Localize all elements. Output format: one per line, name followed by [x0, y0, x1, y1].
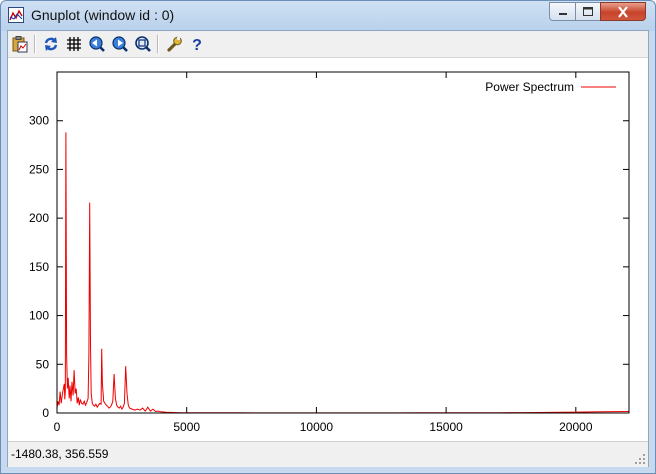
title-bar[interactable]: Gnuplot (window id : 0)	[1, 1, 655, 30]
legend: Power Spectrum	[485, 80, 616, 94]
help-button[interactable]: ?	[188, 35, 206, 53]
refresh-icon	[44, 37, 58, 51]
client-area: ? 0 50 100 150 200 250 300 0 5000 10000 15000 2000…	[7, 30, 649, 467]
wrench-icon	[167, 36, 182, 52]
zoom-next-icon	[112, 36, 128, 52]
minimize-button[interactable]	[549, 2, 576, 21]
autoscale-button[interactable]	[134, 35, 152, 53]
toolbar: ?	[8, 31, 648, 58]
status-bar: -1480.38, 356.559	[8, 441, 648, 467]
toolbar-separator	[34, 35, 36, 53]
x-tick-label: 0	[54, 420, 61, 434]
y-tick-label: 150	[29, 260, 49, 274]
next-zoom-button[interactable]	[111, 35, 129, 53]
x-tick-label: 5000	[173, 420, 200, 434]
gnuplot-window: Gnuplot (window id : 0) ? 0 50 100 150 2…	[0, 0, 656, 474]
previous-zoom-button[interactable]	[88, 35, 106, 53]
plot-area[interactable]: 0 50 100 150 200 250 300 0 5000 10000 15000 20000 …	[8, 58, 648, 441]
toggle-grid-button[interactable]	[65, 35, 83, 53]
minimize-icon	[558, 12, 567, 15]
close-icon	[618, 5, 628, 18]
series-line-power-spectrum	[56, 132, 630, 414]
zoom-autoscale-icon	[135, 36, 151, 52]
gnuplot-app-icon	[8, 7, 24, 23]
legend-label: Power Spectrum	[485, 80, 574, 94]
maximize-icon	[583, 6, 593, 16]
resize-grip-icon[interactable]	[634, 453, 646, 465]
cursor-coordinates: -1480.38, 356.559	[11, 447, 109, 461]
y-tick-label: 250	[29, 162, 49, 176]
zoom-previous-icon	[89, 36, 105, 52]
options-button[interactable]	[165, 35, 183, 53]
y-tick-label: 200	[29, 211, 49, 225]
y-tick-label: 100	[29, 309, 49, 323]
power-spectrum-chart[interactable]: 050100150200250300 0 5000 10000 15000 20000 …	[8, 58, 648, 441]
svg-text:?: ?	[192, 37, 202, 53]
copy-to-clipboard-button[interactable]	[11, 35, 29, 53]
help-icon: ?	[192, 37, 202, 53]
x-tick-label: 15000	[429, 420, 463, 434]
y-tick-label: 300	[29, 114, 49, 128]
y-tick-label: 50	[36, 357, 50, 371]
toolbar-separator	[157, 35, 159, 53]
close-button[interactable]	[600, 2, 646, 21]
grid-icon	[67, 37, 81, 51]
replot-button[interactable]	[42, 35, 60, 53]
window-title: Gnuplot (window id : 0)	[31, 7, 175, 23]
maximize-button[interactable]	[575, 2, 601, 21]
x-tick-label: 20000	[559, 420, 593, 434]
plot-frame	[56, 71, 630, 414]
y-tick-label: 0	[42, 406, 49, 420]
clipboard-icon	[12, 36, 28, 53]
x-tick-label: 10000	[300, 420, 334, 434]
